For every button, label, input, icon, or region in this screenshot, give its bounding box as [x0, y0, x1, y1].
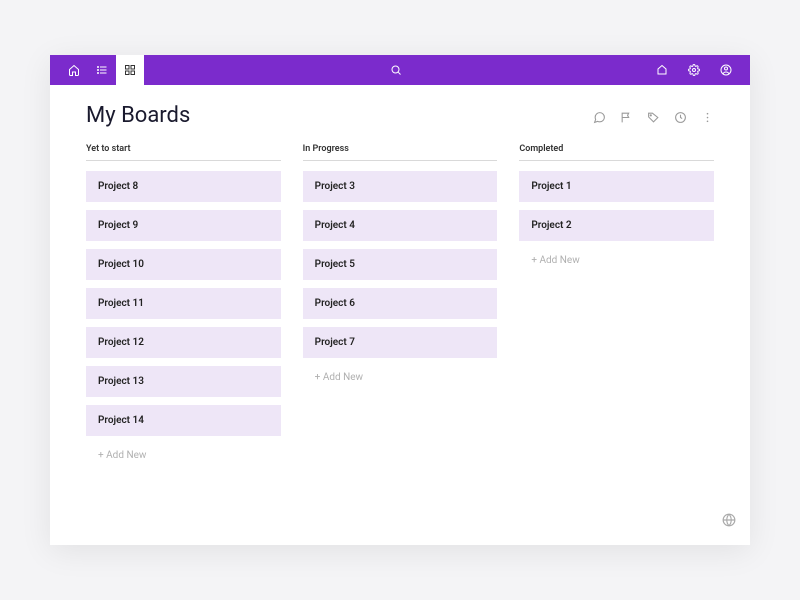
- user-icon[interactable]: [712, 55, 740, 85]
- column-in-progress: In Progress Project 3 Project 4 Project …: [303, 144, 498, 525]
- home-icon[interactable]: [60, 55, 88, 85]
- column-header: Completed: [519, 144, 714, 161]
- card[interactable]: Project 14: [86, 405, 281, 436]
- tag-icon[interactable]: [647, 109, 660, 122]
- column-completed: Completed Project 1 Project 2 + Add New: [519, 144, 714, 525]
- board-columns: Yet to start Project 8 Project 9 Project…: [50, 134, 750, 545]
- card[interactable]: Project 11: [86, 288, 281, 319]
- column-header: Yet to start: [86, 144, 281, 161]
- app-window: My Boards Yet to start Project 8 Project…: [50, 55, 750, 545]
- top-nav: [50, 55, 750, 85]
- column-header: In Progress: [303, 144, 498, 161]
- settings-icon[interactable]: [680, 55, 708, 85]
- add-new-button[interactable]: + Add New: [519, 249, 714, 272]
- card[interactable]: Project 2: [519, 210, 714, 241]
- list-icon[interactable]: [88, 55, 116, 85]
- card[interactable]: Project 8: [86, 171, 281, 202]
- clock-icon[interactable]: [674, 109, 687, 122]
- search-icon[interactable]: [382, 55, 410, 85]
- page-actions: [593, 109, 714, 122]
- top-nav-center: [144, 55, 648, 85]
- notification-icon[interactable]: [648, 55, 676, 85]
- page-header: My Boards: [50, 85, 750, 134]
- card[interactable]: Project 9: [86, 210, 281, 241]
- more-icon[interactable]: [701, 109, 714, 122]
- top-nav-left: [60, 55, 144, 85]
- grid-icon[interactable]: [116, 55, 144, 85]
- card[interactable]: Project 4: [303, 210, 498, 241]
- card[interactable]: Project 12: [86, 327, 281, 358]
- card[interactable]: Project 13: [86, 366, 281, 397]
- card[interactable]: Project 1: [519, 171, 714, 202]
- add-new-button[interactable]: + Add New: [86, 444, 281, 467]
- comment-icon[interactable]: [593, 109, 606, 122]
- flag-icon[interactable]: [620, 109, 633, 122]
- top-nav-right: [648, 55, 740, 85]
- card[interactable]: Project 10: [86, 249, 281, 280]
- column-yet-to-start: Yet to start Project 8 Project 9 Project…: [86, 144, 281, 525]
- page-title: My Boards: [86, 103, 593, 128]
- card[interactable]: Project 6: [303, 288, 498, 319]
- card[interactable]: Project 3: [303, 171, 498, 202]
- card[interactable]: Project 7: [303, 327, 498, 358]
- globe-icon[interactable]: [722, 512, 736, 531]
- add-new-button[interactable]: + Add New: [303, 366, 498, 389]
- card[interactable]: Project 5: [303, 249, 498, 280]
